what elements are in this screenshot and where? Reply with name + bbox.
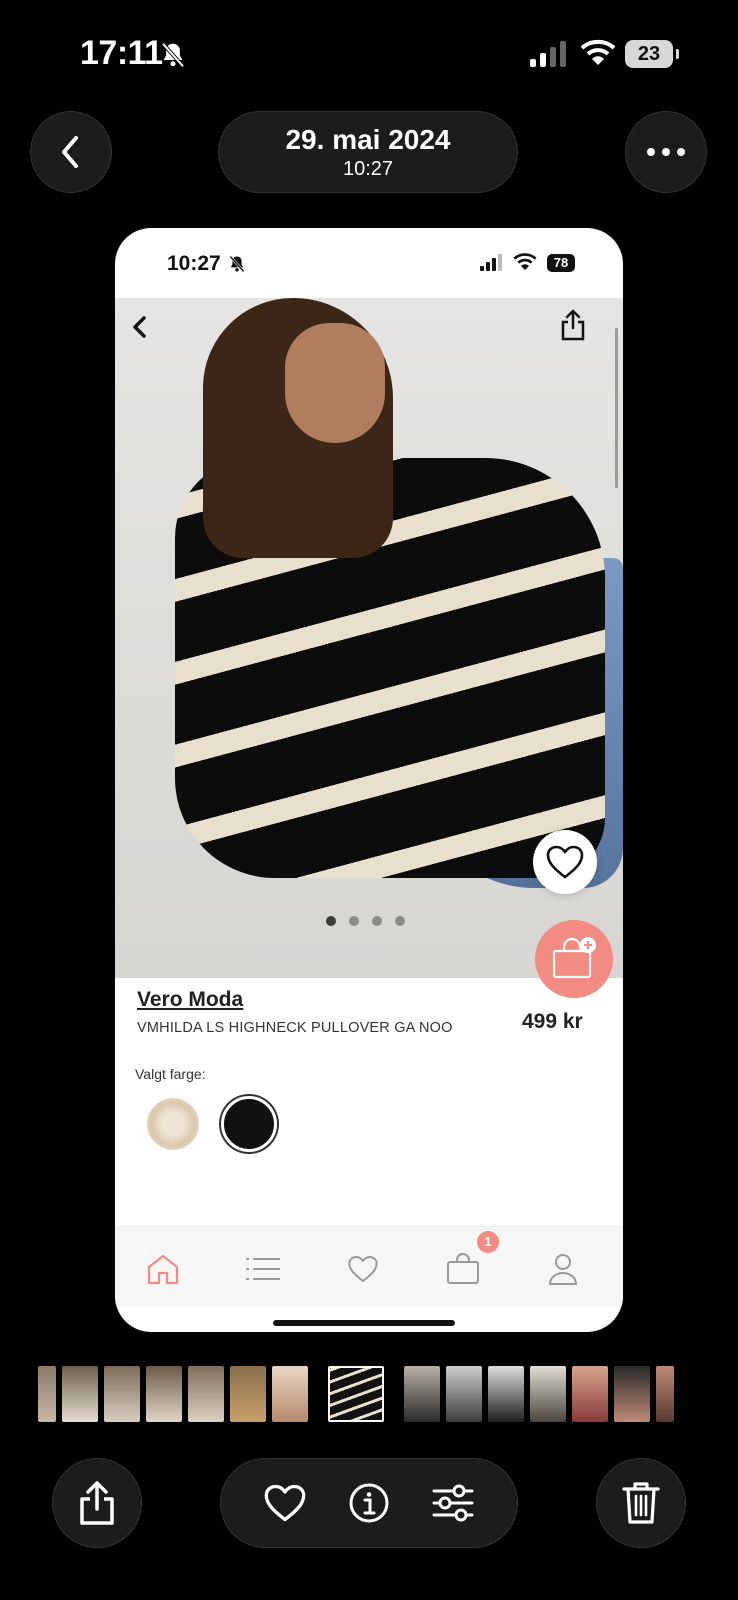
thumbnail[interactable] bbox=[530, 1366, 566, 1422]
list-icon bbox=[246, 1258, 280, 1280]
product-price: 499 kr bbox=[522, 1010, 583, 1033]
delete-button[interactable] bbox=[596, 1458, 686, 1548]
screenshot-image[interactable]: 10:27 78 Vero Moda VMHILDA LS HIGHNECK P… bbox=[115, 228, 623, 1332]
thumbnail[interactable] bbox=[656, 1366, 674, 1422]
color-label: Valgt farge: bbox=[135, 1066, 206, 1082]
cart-badge: 1 bbox=[477, 1231, 499, 1253]
pagination-dot[interactable] bbox=[395, 916, 405, 926]
ellipsis-icon bbox=[647, 148, 685, 156]
shopping-bag-icon bbox=[447, 1253, 479, 1284]
status-time: 17:11 bbox=[80, 34, 163, 72]
thumbnail-current[interactable] bbox=[328, 1366, 384, 1422]
home-indicator bbox=[273, 1320, 455, 1326]
color-swatch-cream[interactable] bbox=[147, 1098, 199, 1150]
inner-wifi-icon bbox=[513, 253, 537, 270]
product-image-face bbox=[285, 323, 385, 443]
more-button[interactable] bbox=[625, 111, 707, 193]
signal-icon bbox=[530, 41, 566, 67]
inner-bell-muted-icon bbox=[229, 255, 245, 273]
product-brand-link[interactable]: Vero Moda bbox=[137, 988, 243, 1012]
thumbnail[interactable] bbox=[146, 1366, 182, 1422]
photo-time: 10:27 bbox=[342, 158, 394, 180]
pagination-dot[interactable] bbox=[372, 916, 382, 926]
inner-battery-indicator: 78 bbox=[547, 254, 575, 272]
color-swatch-black-selected[interactable] bbox=[221, 1096, 277, 1152]
tab-profile[interactable] bbox=[543, 1249, 583, 1289]
heart-icon bbox=[546, 845, 584, 879]
photo-date: 29. mai 2024 bbox=[285, 124, 451, 155]
add-to-cart-button[interactable] bbox=[535, 920, 613, 998]
inner-status-time: 10:27 bbox=[167, 252, 221, 275]
scroll-indicator bbox=[615, 328, 618, 488]
tab-cart[interactable] bbox=[443, 1249, 483, 1289]
wifi-icon bbox=[580, 39, 616, 65]
image-pagination[interactable] bbox=[326, 916, 412, 928]
battery-indicator: 23 bbox=[625, 40, 679, 68]
thumbnail[interactable] bbox=[404, 1366, 440, 1422]
thumbnail[interactable] bbox=[572, 1366, 608, 1422]
thumbnail[interactable] bbox=[104, 1366, 140, 1422]
thumbnail[interactable] bbox=[488, 1366, 524, 1422]
bag-plus-icon bbox=[552, 937, 596, 979]
thumbnail[interactable] bbox=[230, 1366, 266, 1422]
tab-favorites[interactable] bbox=[343, 1249, 383, 1289]
info-icon[interactable] bbox=[348, 1482, 390, 1524]
share-icon bbox=[80, 1481, 114, 1525]
user-icon bbox=[548, 1254, 578, 1285]
thumbnail[interactable] bbox=[614, 1366, 650, 1422]
favorite-button[interactable] bbox=[533, 830, 597, 894]
home-icon bbox=[147, 1254, 179, 1285]
favorite-heart-icon[interactable] bbox=[263, 1483, 307, 1523]
thumbnail[interactable] bbox=[38, 1366, 56, 1422]
tab-bar: 1 bbox=[115, 1226, 623, 1307]
product-back-button[interactable] bbox=[127, 314, 153, 340]
heart-outline-icon bbox=[348, 1256, 378, 1282]
actions-pill bbox=[220, 1458, 518, 1548]
inner-signal-icon bbox=[480, 254, 502, 271]
chevron-left-icon bbox=[62, 136, 78, 168]
tab-categories[interactable] bbox=[243, 1249, 283, 1289]
date-pill: 29. mai 2024 10:27 bbox=[218, 111, 518, 193]
product-share-icon[interactable] bbox=[559, 308, 587, 342]
pagination-dot-active[interactable] bbox=[326, 916, 336, 926]
thumbnail-strip[interactable] bbox=[38, 1366, 700, 1422]
thumbnail[interactable] bbox=[446, 1366, 482, 1422]
thumbnail[interactable] bbox=[272, 1366, 308, 1422]
share-button[interactable] bbox=[52, 1458, 142, 1548]
bell-muted-icon bbox=[161, 42, 185, 68]
thumbnail[interactable] bbox=[62, 1366, 98, 1422]
tab-home[interactable] bbox=[143, 1249, 183, 1289]
pagination-dot[interactable] bbox=[349, 916, 359, 926]
thumbnail[interactable] bbox=[188, 1366, 224, 1422]
adjust-sliders-icon[interactable] bbox=[431, 1484, 475, 1522]
back-button[interactable] bbox=[30, 111, 112, 193]
product-name: VMHILDA LS HIGHNECK PULLOVER GA NOO bbox=[137, 1020, 453, 1036]
trash-icon bbox=[622, 1482, 660, 1524]
